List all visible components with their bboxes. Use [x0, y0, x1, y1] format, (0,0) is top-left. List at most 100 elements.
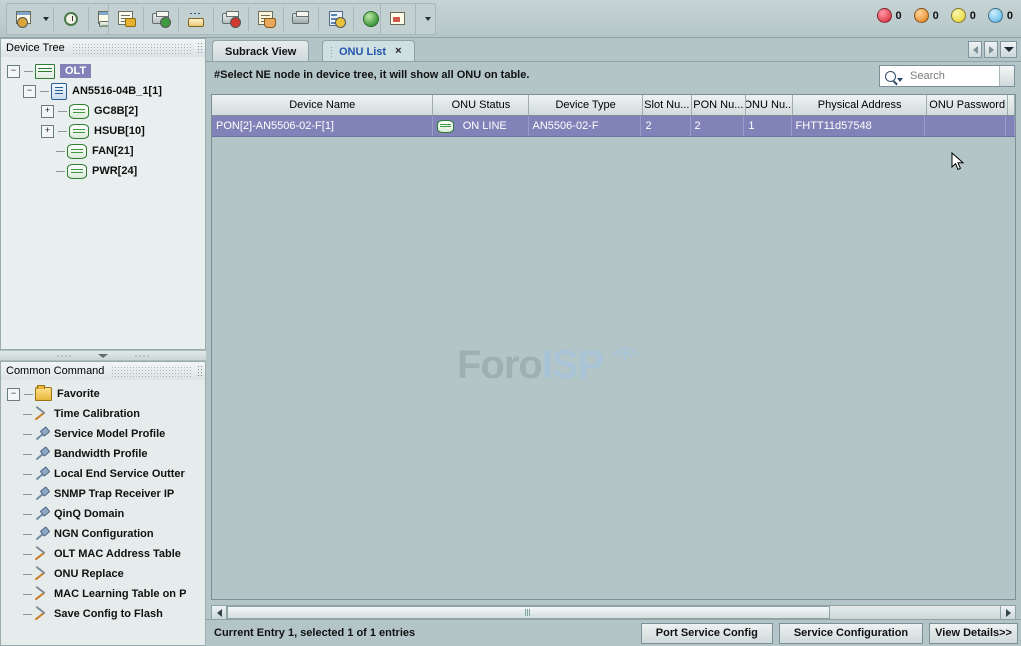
search-icon	[885, 71, 896, 82]
tree-line	[40, 91, 49, 92]
toolbar-separator	[178, 7, 179, 31]
column-header-onu-status[interactable]: ONU Status	[433, 95, 529, 115]
column-header-device-type[interactable]: Device Type	[529, 95, 642, 115]
column-header-onu-password[interactable]: ONU Password	[927, 95, 1008, 115]
window-layout-button[interactable]	[382, 4, 414, 34]
onu-online-icon	[437, 120, 454, 133]
collapse-toggle-icon[interactable]: −	[7, 65, 20, 78]
tree-line	[23, 554, 32, 555]
subrack-button[interactable]	[285, 4, 317, 34]
watermark-text-1: Foro	[457, 343, 542, 387]
card-icon	[67, 164, 87, 179]
toolbar-group-1	[6, 3, 124, 35]
clock-sync-icon	[61, 10, 81, 28]
column-header-pon-number[interactable]: PON Nu...	[692, 95, 746, 115]
command-group-label: Favorite	[57, 388, 100, 400]
report-dropdown-arrow[interactable]	[422, 5, 434, 33]
tree-line	[24, 394, 33, 395]
add-device-button[interactable]	[145, 4, 177, 34]
tree-node-gc8b[interactable]: + GC8B[2]	[7, 101, 205, 121]
common-command-title: Common Command	[6, 365, 104, 377]
ne-panel-button[interactable]	[8, 4, 40, 34]
device-config-button[interactable]	[250, 4, 282, 34]
tab-underline	[206, 61, 1021, 62]
splitter-collapse-icon[interactable]	[98, 354, 108, 358]
panel-grip-icon[interactable]	[197, 365, 202, 377]
command-item-save-config-to-flash[interactable]: Save Config to Flash	[7, 604, 205, 624]
column-header-onu-number[interactable]: ONU Nu...	[746, 95, 793, 115]
scroll-right-button[interactable]	[1000, 606, 1015, 619]
collapse-toggle-icon[interactable]: −	[23, 85, 36, 98]
command-item-time-calibration[interactable]: Time Calibration	[7, 404, 205, 424]
alarm-critical[interactable]: 0	[877, 8, 902, 23]
tab-next-button[interactable]	[984, 41, 998, 58]
scroll-thumb[interactable]	[227, 606, 830, 619]
tab-onu-list[interactable]: ONU List ×	[322, 40, 415, 62]
tree-line	[23, 494, 32, 495]
command-item-olt-mac-address-table[interactable]: OLT MAC Address Table	[7, 544, 205, 564]
card-icon	[69, 104, 89, 119]
toolbar-separator	[88, 7, 89, 31]
title-hatch-decoration	[111, 366, 191, 377]
common-command-body: − Favorite Time Calibration Service Mode…	[1, 380, 205, 645]
tree-node-fan[interactable]: FAN[21]	[7, 141, 205, 161]
table-row[interactable]: PON[2]-AN5506-02-F[1] ON LINE AN5506-02-…	[212, 116, 1015, 137]
alarm-major[interactable]: 0	[914, 8, 939, 23]
expand-toggle-icon[interactable]: +	[41, 105, 54, 118]
command-item-onu-replace[interactable]: ONU Replace	[7, 564, 205, 584]
tab-prev-button[interactable]	[968, 41, 982, 58]
close-icon[interactable]: ×	[395, 46, 401, 57]
rack-view-button[interactable]	[320, 4, 352, 34]
command-item-snmp-trap-receiver-ip[interactable]: SNMP Trap Receiver IP	[7, 484, 205, 504]
command-item-ngn-configuration[interactable]: NGN Configuration	[7, 524, 205, 544]
command-item-qinq-domain[interactable]: QinQ Domain	[7, 504, 205, 524]
device-tree-title: Device Tree	[6, 42, 65, 54]
tree-node-pwr[interactable]: PWR[24]	[7, 161, 205, 181]
scroll-track[interactable]	[227, 606, 1000, 619]
command-item-bandwidth-profile[interactable]: Bandwidth Profile	[7, 444, 205, 464]
ne-panel-dropdown-arrow[interactable]	[40, 5, 52, 33]
search-box[interactable]: Search	[879, 65, 1015, 87]
command-item-mac-learning-table[interactable]: MAC Learning Table on P	[7, 584, 205, 604]
column-header-device-name[interactable]: Device Name	[212, 95, 433, 115]
delete-device-button[interactable]	[215, 4, 247, 34]
view-details-button[interactable]: View Details>>	[929, 623, 1018, 644]
tree-line	[58, 111, 67, 112]
command-item-label: Local End Service Outter	[54, 468, 185, 480]
splitter-grip-icon	[56, 354, 72, 358]
horizontal-scrollbar[interactable]	[211, 605, 1016, 620]
tab-list-dropdown-button[interactable]	[1000, 41, 1017, 58]
port-service-config-button[interactable]: Port Service Config	[641, 623, 773, 644]
device-discover-icon	[186, 10, 206, 28]
column-header-physical-address[interactable]: Physical Address	[793, 95, 927, 115]
command-group-favorite[interactable]: − Favorite	[7, 384, 205, 404]
command-item-local-end-service-outter[interactable]: Local End Service Outter	[7, 464, 205, 484]
panel-grip-icon[interactable]	[197, 42, 202, 54]
collapse-toggle-icon[interactable]: −	[7, 388, 20, 401]
tree-node-label: PWR[24]	[92, 165, 137, 177]
column-header-extra[interactable]	[1008, 95, 1015, 115]
tree-node-olt[interactable]: − OLT	[7, 61, 205, 81]
discover-device-button[interactable]	[180, 4, 212, 34]
toolbar-separator	[213, 7, 214, 31]
panel-splitter[interactable]	[0, 350, 206, 361]
expand-toggle-icon[interactable]: +	[41, 125, 54, 138]
splitter-grip-icon	[134, 354, 150, 358]
command-item-service-model-profile[interactable]: Service Model Profile	[7, 424, 205, 444]
service-configuration-button[interactable]: Service Configuration	[779, 623, 923, 644]
tree-node-label: HSUB[10]	[94, 125, 145, 137]
alarm-minor[interactable]: 0	[951, 8, 976, 23]
tree-node-ne[interactable]: − AN5516-04B_1[1]	[7, 81, 205, 101]
search-submit-button[interactable]	[999, 66, 1014, 86]
scroll-left-button[interactable]	[212, 606, 227, 619]
hint-text: #Select NE node in device tree, it will …	[214, 69, 529, 81]
authorize-button[interactable]	[110, 4, 142, 34]
tab-grip-icon	[330, 46, 333, 58]
tree-node-hsub[interactable]: + HSUB[10]	[7, 121, 205, 141]
tab-subrack-view[interactable]: Subrack View	[212, 40, 309, 62]
time-sync-button[interactable]	[55, 4, 87, 34]
minor-alarm-count: 0	[970, 10, 976, 22]
search-dropdown-icon[interactable]	[897, 78, 903, 82]
column-header-slot-number[interactable]: Slot Nu...	[643, 95, 692, 115]
alarm-warning[interactable]: 0	[988, 8, 1013, 23]
